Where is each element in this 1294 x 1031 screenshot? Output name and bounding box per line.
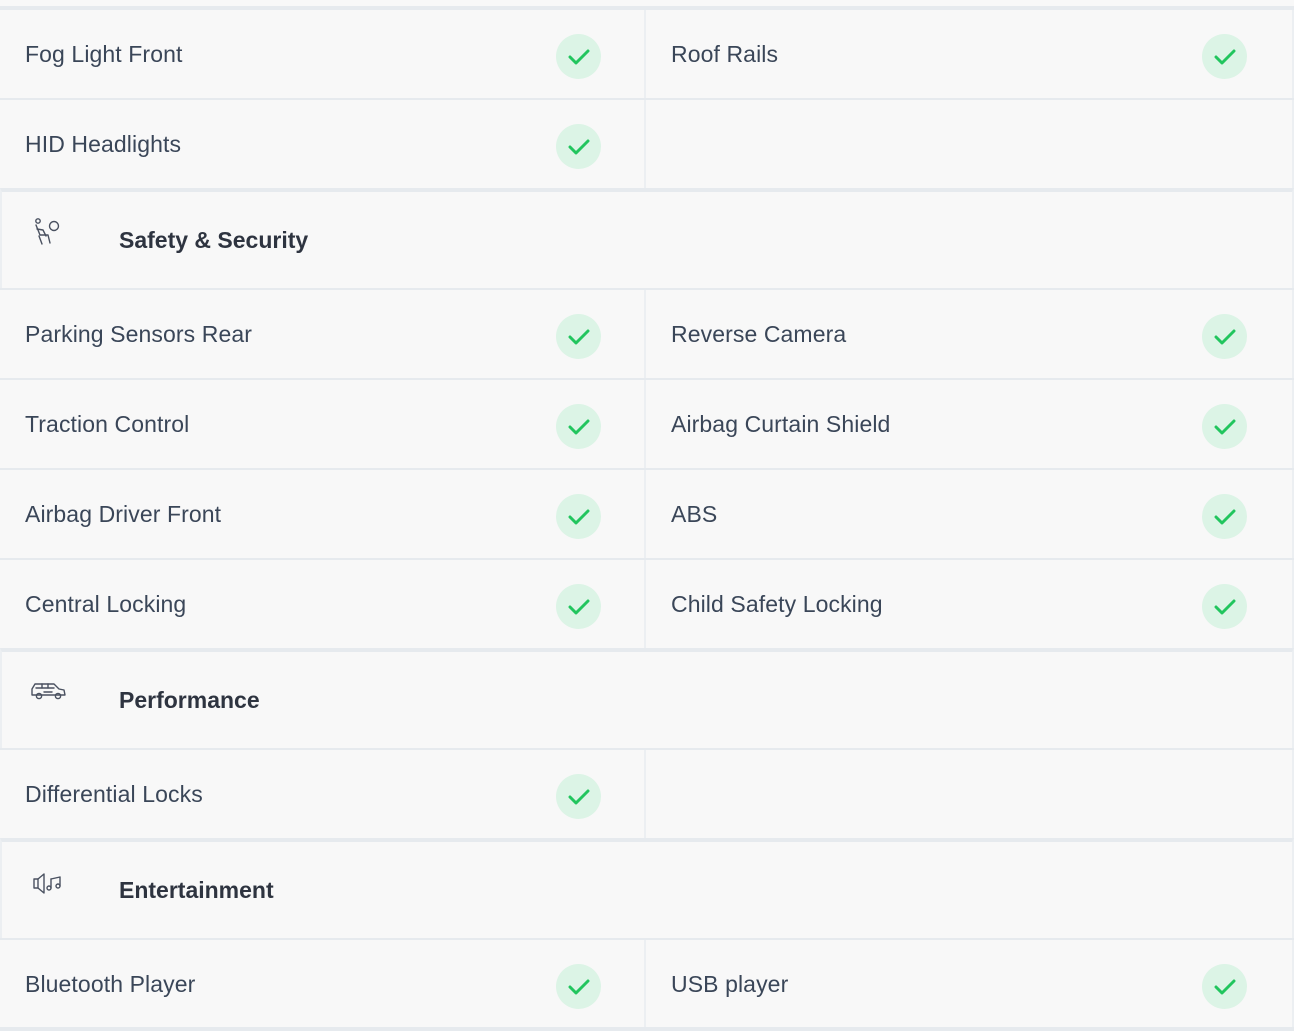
feature-cell: Differential Locks bbox=[0, 750, 644, 838]
feature-cell: Parking Sensors Rear bbox=[0, 290, 644, 378]
check-icon bbox=[1202, 584, 1247, 629]
feature-label: Roof Rails bbox=[671, 41, 779, 67]
section-header-entertainment: Entertainment bbox=[0, 838, 1294, 938]
feature-label: Parking Sensors Rear bbox=[25, 321, 252, 347]
feature-row: Central Locking Child Safety Locking bbox=[0, 558, 1294, 648]
feature-row: Bluetooth Player USB player bbox=[0, 938, 1294, 1028]
check-icon bbox=[556, 34, 601, 79]
check-icon bbox=[556, 964, 601, 1009]
empty-cell bbox=[646, 100, 1292, 188]
feature-label: ABS bbox=[671, 501, 718, 527]
feature-cell: HID Headlights bbox=[0, 100, 644, 188]
divider bbox=[0, 0, 1294, 8]
check-icon bbox=[556, 494, 601, 539]
check-icon bbox=[1202, 404, 1247, 449]
divider bbox=[0, 1027, 1294, 1031]
feature-label: Bluetooth Player bbox=[25, 971, 196, 997]
section-header-performance: Performance bbox=[0, 648, 1294, 748]
section-title: Entertainment bbox=[119, 877, 274, 903]
feature-cell: USB player bbox=[646, 940, 1292, 1028]
check-icon bbox=[1202, 314, 1247, 359]
feature-label: Airbag Driver Front bbox=[25, 501, 222, 527]
feature-label: Differential Locks bbox=[25, 781, 203, 807]
feature-cell: Airbag Curtain Shield bbox=[646, 380, 1292, 468]
feature-label: Child Safety Locking bbox=[671, 591, 883, 617]
feature-row: HID Headlights bbox=[0, 98, 1294, 188]
feature-cell: Fog Light Front bbox=[0, 10, 644, 98]
check-icon bbox=[1202, 964, 1247, 1009]
empty-cell bbox=[646, 750, 1292, 838]
feature-label: Traction Control bbox=[25, 411, 190, 437]
feature-row: Airbag Driver Front ABS bbox=[0, 468, 1294, 558]
feature-cell: Reverse Camera bbox=[646, 290, 1292, 378]
feature-cell: Child Safety Locking bbox=[646, 560, 1292, 648]
feature-cell: Airbag Driver Front bbox=[0, 470, 644, 558]
feature-cell: Bluetooth Player bbox=[0, 940, 644, 1028]
feature-cell: Central Locking bbox=[0, 560, 644, 648]
feature-label: Fog Light Front bbox=[25, 41, 183, 67]
airbag-seat-icon bbox=[30, 216, 68, 248]
feature-cell: ABS bbox=[646, 470, 1292, 558]
speaker-music-icon bbox=[30, 866, 68, 898]
feature-row: Differential Locks bbox=[0, 748, 1294, 838]
feature-label: USB player bbox=[671, 971, 789, 997]
section-title: Performance bbox=[119, 687, 260, 713]
feature-row: Fog Light Front Roof Rails bbox=[0, 8, 1294, 98]
features-list: Fog Light Front Roof Rails HID Headlight… bbox=[0, 0, 1294, 1031]
feature-cell: Traction Control bbox=[0, 380, 644, 468]
check-icon bbox=[556, 314, 601, 359]
check-icon bbox=[1202, 494, 1247, 539]
car-icon bbox=[30, 676, 68, 708]
feature-row: Parking Sensors Rear Reverse Camera bbox=[0, 288, 1294, 378]
feature-label: HID Headlights bbox=[25, 131, 182, 157]
check-icon bbox=[1202, 34, 1247, 79]
feature-cell: Roof Rails bbox=[646, 10, 1292, 98]
section-header-safety: Safety & Security bbox=[0, 188, 1294, 288]
check-icon bbox=[556, 584, 601, 629]
feature-label: Reverse Camera bbox=[671, 321, 847, 347]
check-icon bbox=[556, 774, 601, 819]
feature-label: Airbag Curtain Shield bbox=[671, 411, 891, 437]
feature-row: Traction Control Airbag Curtain Shield bbox=[0, 378, 1294, 468]
feature-label: Central Locking bbox=[25, 591, 187, 617]
check-icon bbox=[556, 404, 601, 449]
check-icon bbox=[556, 124, 601, 169]
section-title: Safety & Security bbox=[119, 227, 309, 253]
